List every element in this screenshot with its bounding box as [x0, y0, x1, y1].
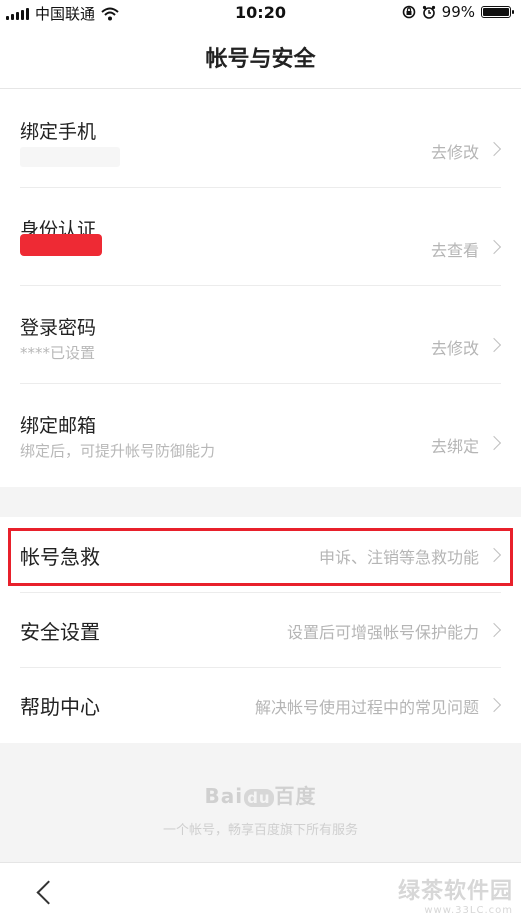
bottom-toolbar: 绿茶软件园 www.33LC.com: [0, 862, 521, 923]
list-item-label: 帮助中心: [20, 695, 100, 719]
logo-bai: Bai: [204, 784, 244, 808]
list-item-subtitle: ****已设置: [20, 344, 96, 362]
list-item-action: 去绑定: [430, 437, 479, 456]
list-item-label: 安全设置: [20, 620, 100, 644]
list-item-label: 绑定手机: [20, 121, 97, 143]
list-item-bind-phone[interactable]: 绑定手机 去修改: [0, 89, 521, 187]
highlight-annotation-box: [8, 528, 513, 586]
status-bar: 中国联通 10:20 99%: [0, 0, 521, 26]
battery-icon: [481, 6, 514, 18]
list-item-action: 解决帐号使用过程中的常见问题: [254, 698, 479, 717]
list-item-label: 绑定邮箱: [20, 415, 97, 437]
footer-tagline: 一个帐号，畅享百度旗下所有服务: [162, 823, 358, 838]
chevron-right-icon: [486, 622, 502, 638]
list-item-security-settings[interactable]: 安全设置 设置后可增强帐号保护能力: [0, 592, 521, 667]
list-item-login-password[interactable]: 登录密码 ****已设置 去修改: [0, 285, 521, 383]
chevron-right-icon: [486, 239, 502, 255]
back-arrow-icon[interactable]: [36, 880, 61, 905]
baidu-logo: Bai du 百度: [0, 780, 521, 809]
list-item-bind-email[interactable]: 绑定邮箱 绑定后，可提升帐号防御能力 去绑定: [0, 383, 521, 481]
list-item-action: 设置后可增强帐号保护能力: [286, 623, 479, 642]
phone-number-redaction: [20, 147, 120, 167]
chevron-right-icon: [486, 337, 502, 353]
watermark-sub: www.33LC.com: [424, 905, 513, 916]
navigation-bar: 帐号与安全: [0, 26, 521, 89]
page-title: 帐号与安全: [205, 47, 316, 72]
identity-redaction-mark: [20, 234, 102, 256]
list-item-help-center[interactable]: 帮助中心 解决帐号使用过程中的常见问题: [0, 667, 521, 742]
status-right: 99%: [402, 3, 514, 21]
chevron-right-icon: [486, 435, 502, 451]
chevron-right-icon: [486, 141, 502, 157]
list-item-action: 去修改: [430, 143, 479, 162]
logo-cn: 百度: [274, 784, 317, 808]
list-item-label: 登录密码: [20, 317, 97, 339]
chevron-right-icon: [486, 697, 502, 713]
alarm-icon: [422, 5, 435, 19]
watermark: 绿茶软件园 www.33LC.com: [398, 873, 513, 916]
rotation-lock-icon: [402, 5, 415, 19]
list-item-subtitle: 绑定后，可提升帐号防御能力: [20, 442, 216, 460]
list-item-action: 去查看: [430, 241, 479, 260]
logo-paw-du: du: [244, 789, 274, 807]
battery-percent: 99%: [441, 3, 475, 21]
list-item-action: 去修改: [430, 339, 479, 358]
footer: Bai du 百度 一个帐号，畅享百度旗下所有服务: [0, 780, 521, 838]
watermark-main: 绿茶软件园: [397, 879, 513, 904]
